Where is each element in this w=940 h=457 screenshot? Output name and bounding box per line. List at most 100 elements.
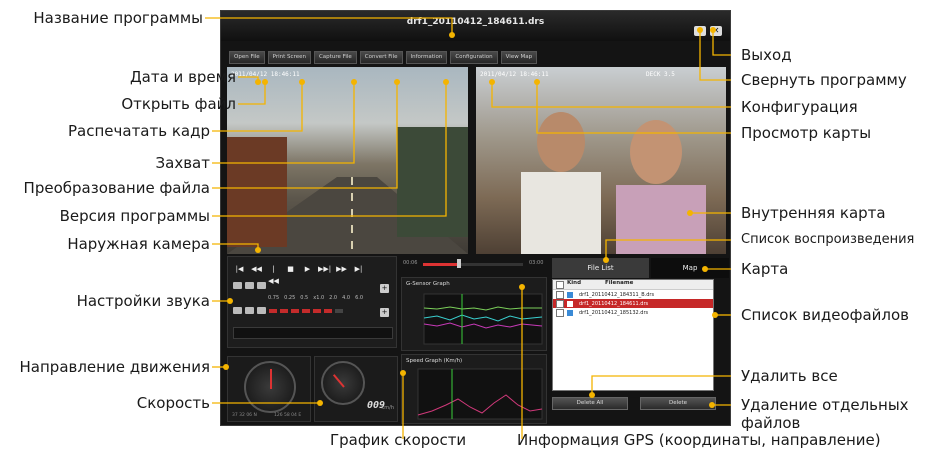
stop-icon[interactable]: ■ xyxy=(284,263,297,275)
volume-segment[interactable] xyxy=(302,308,310,313)
playback-and-audio-panel: |◀ ◀◀ |◀◀ ■ ▶ ▶▶| ▶▶ ▶| 0.75 0.25 0.5 x1… xyxy=(227,256,397,348)
window-title: drf1_20110412_184611.drs xyxy=(406,17,545,27)
seek-progress xyxy=(423,263,459,266)
speed-gauge: 009 km/h xyxy=(314,356,398,422)
g-sensor-plot xyxy=(423,293,543,345)
speed-unit: km/h xyxy=(381,405,394,411)
view-map-button[interactable]: View Map xyxy=(500,51,538,64)
current-time: 00:06 xyxy=(403,260,418,266)
label-map: Карта xyxy=(741,260,789,278)
date-time-stamp: 2011/04/12 18:46:11 xyxy=(231,71,300,78)
event-file-icon xyxy=(567,300,573,307)
check-icon[interactable] xyxy=(245,282,254,289)
tab-file-list[interactable]: File List xyxy=(552,258,649,278)
seek-track[interactable] xyxy=(423,263,523,266)
label-print-frame: Распечатать кадр xyxy=(68,122,210,140)
fast-forward-icon[interactable]: ▶▶ xyxy=(335,263,348,275)
label-playlist: Список воспроизведения xyxy=(741,232,915,247)
volume-segment[interactable] xyxy=(313,308,321,313)
screen-icon[interactable] xyxy=(233,282,242,289)
file-list-header: Kind Filename xyxy=(553,280,713,290)
cabin-scene xyxy=(521,112,706,254)
inside-info-stamp: DECK 3.5 xyxy=(646,71,675,78)
label-speed-graph: График скорости xyxy=(330,431,467,449)
mute-icon[interactable] xyxy=(245,307,254,314)
label-program-name: Название программы xyxy=(33,9,203,27)
skip-end-icon[interactable]: ▶| xyxy=(352,263,365,275)
seek-bar[interactable]: 00:06 03:00 xyxy=(403,258,548,270)
video-file-list: Kind Filename drf1_20110412_184311_B.drs… xyxy=(552,279,714,391)
seek-handle[interactable] xyxy=(457,259,461,268)
viewer-window: drf1_20110412_184611.drs – ✕ Open File P… xyxy=(220,10,731,426)
label-view-map: Просмотр карты xyxy=(741,124,872,142)
select-all-checkbox[interactable] xyxy=(556,281,564,289)
play-icon[interactable]: ▶ xyxy=(301,263,314,275)
label-video-list: Список видеофайлов xyxy=(741,306,910,324)
file-checkbox[interactable] xyxy=(556,290,564,299)
file-name: drf1_20110412_184611.drs xyxy=(579,300,649,307)
file-checkbox[interactable] xyxy=(556,299,564,308)
video-file-icon xyxy=(567,291,573,298)
capture-file-button[interactable]: Capture File xyxy=(313,51,357,64)
rewind-icon[interactable]: ◀◀ xyxy=(250,263,263,275)
kind-column-header: Kind xyxy=(567,280,581,286)
file-checkbox[interactable] xyxy=(556,308,564,317)
delete-button[interactable]: Delete xyxy=(640,397,716,410)
convert-file-button[interactable]: Convert File xyxy=(359,51,403,64)
title-bar: drf1_20110412_184611.drs – ✕ xyxy=(221,11,730,41)
skip-start-icon[interactable]: |◀ xyxy=(233,263,246,275)
file-row[interactable]: drf1_20110412_185132.drs xyxy=(553,308,713,317)
file-name: drf1_20110412_185132.drs xyxy=(579,309,649,316)
label-gps-info: Информация GPS (координаты, направление) xyxy=(517,431,881,449)
label-delete-single: Удаление отдельных файлов xyxy=(741,396,909,432)
menu-bar: Open File Print Screen Capture File Conv… xyxy=(229,51,538,64)
label-open-file: Открыть файл xyxy=(121,95,236,113)
scale-tick: 0.75 xyxy=(268,295,280,301)
open-file-button[interactable]: Open File xyxy=(229,51,265,64)
video-file-icon xyxy=(567,309,573,316)
information-button[interactable]: Information xyxy=(405,51,448,64)
label-delete-all: Удалить все xyxy=(741,367,838,385)
label-sound-settings: Настройки звука xyxy=(76,292,210,310)
increase-speed-button[interactable]: + xyxy=(380,284,389,293)
tab-map[interactable]: Map xyxy=(651,258,729,278)
label-exit: Выход xyxy=(741,46,792,64)
label-configuration: Конфигурация xyxy=(741,98,858,116)
label-speed: Скорость xyxy=(136,394,210,412)
label-convert-file: Преобразование файла xyxy=(23,179,210,197)
balance-slider[interactable] xyxy=(233,327,393,339)
file-row[interactable]: drf1_20110412_184311_B.drs xyxy=(553,290,713,299)
file-row-selected[interactable]: drf1_20110412_184611.drs xyxy=(553,299,713,308)
volume-segment[interactable] xyxy=(335,308,343,313)
print-screen-button[interactable]: Print Screen xyxy=(267,51,311,64)
volume-segment[interactable] xyxy=(324,308,332,313)
scale-tick: 0.25 xyxy=(284,295,296,301)
previous-frame-icon[interactable]: |◀◀ xyxy=(267,263,280,285)
g-sensor-graph: G-Sensor Graph xyxy=(401,277,547,351)
gps-latitude: 37 32 06 N xyxy=(232,413,257,418)
balance-icon[interactable] xyxy=(257,307,266,314)
label-direction: Направление движения xyxy=(19,358,210,376)
speaker-icon[interactable] xyxy=(233,307,242,314)
speed-select-icon[interactable] xyxy=(257,282,266,289)
configuration-button[interactable]: Configuration xyxy=(450,51,498,64)
increase-volume-button[interactable]: + xyxy=(380,308,389,317)
scale-tick: 6.0 xyxy=(355,295,364,301)
speed-plot xyxy=(417,368,543,420)
outside-camera-view[interactable]: 2011/04/12 18:46:11 xyxy=(227,67,468,254)
volume-scale: 0.75 0.25 0.5 x1.0 2.0 4.0 6.0 xyxy=(268,295,363,301)
close-button[interactable]: ✕ xyxy=(710,26,722,36)
minimize-button[interactable]: – xyxy=(694,26,706,36)
label-outside-camera: Наружная камера xyxy=(67,235,210,253)
road-scene xyxy=(227,127,468,254)
volume-segment[interactable] xyxy=(280,308,288,313)
next-frame-icon[interactable]: ▶▶| xyxy=(318,263,331,275)
scale-tick: 0.5 xyxy=(300,295,309,301)
inside-camera-view[interactable]: 2011/04/12 18:46:11 DECK 3.5 xyxy=(476,67,726,254)
delete-all-button[interactable]: Delete All xyxy=(552,397,628,410)
volume-segment[interactable] xyxy=(291,308,299,313)
volume-segment[interactable] xyxy=(269,308,277,313)
volume-row xyxy=(233,307,343,314)
gps-longitude: 126 58 04 E xyxy=(274,413,302,418)
transport-controls: |◀ ◀◀ |◀◀ ■ ▶ ▶▶| ▶▶ ▶| xyxy=(233,263,365,285)
